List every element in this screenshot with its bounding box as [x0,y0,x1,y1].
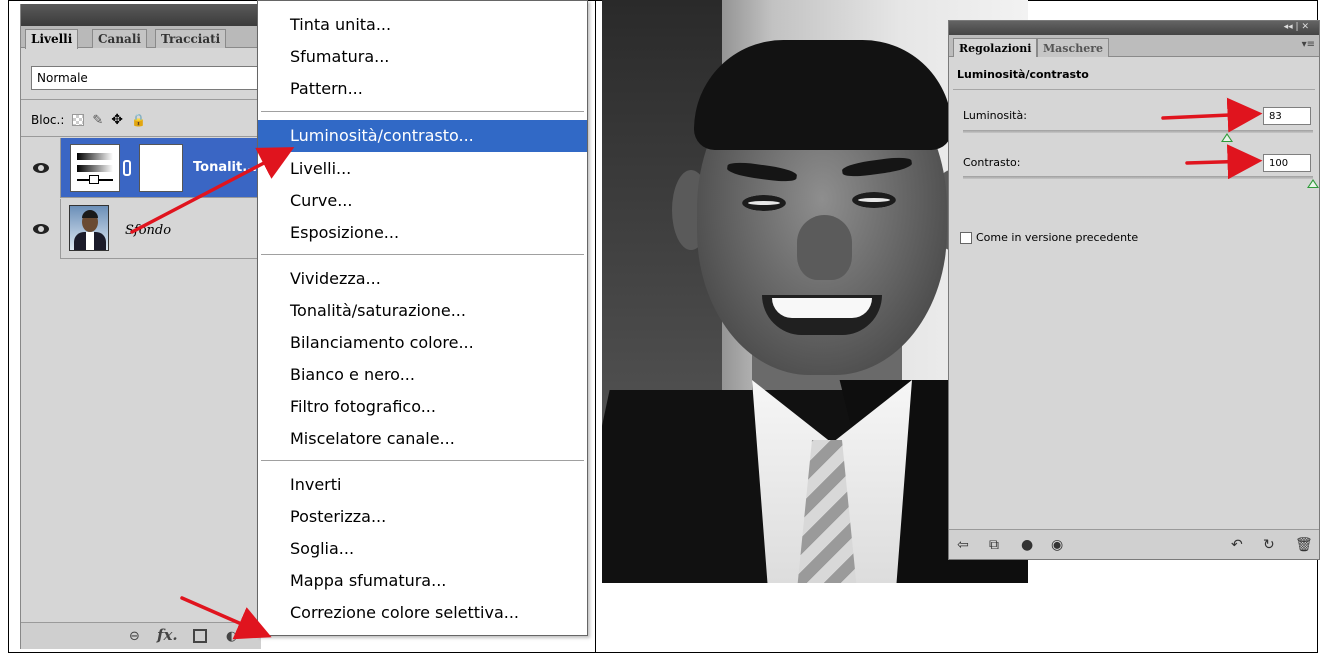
tab-canali[interactable]: Canali [92,29,147,48]
adjustments-panel: ◂◂ | ✕ Regolazioni Maschere ▾≡ Luminosit… [948,20,1320,560]
panel-divider [595,0,596,653]
tab-tracciati[interactable]: Tracciati [155,29,227,48]
fx-icon[interactable]: fx. [157,626,178,644]
menu-item-vividezza[interactable]: Vividezza... [258,263,587,295]
photo-hair [694,40,952,150]
legacy-checkbox-label: Come in versione precedente [976,231,1139,244]
back-arrow-icon[interactable]: ⇦ [957,537,969,553]
menu-item-curve[interactable]: Curve... [258,185,587,217]
separator [21,99,261,100]
menu-item-filtro-fotografico[interactable]: Filtro fotografico... [258,391,587,423]
view-previous-icon[interactable]: ◉ [1051,537,1063,553]
contrast-slider-track[interactable] [963,176,1313,179]
layer-mask-thumbnail[interactable] [139,144,183,192]
adjustment-layer-icon[interactable]: ◐ [226,629,237,644]
reset-icon[interactable]: ↻ [1263,537,1275,553]
panel-menu-icon[interactable]: ▾≡ [1302,39,1315,50]
thumb-shirt [86,232,94,250]
menu-separator [261,111,584,113]
chain-icon[interactable] [123,160,131,176]
layer-name[interactable]: Sfondo [125,223,171,238]
thumb-slider-knob [89,175,99,184]
layers-panel-footer: ⊖ fx. ◐ [21,622,261,649]
contrast-value-field[interactable]: 100 [1263,154,1311,172]
menu-separator [261,254,584,256]
lock-move-icon[interactable]: ✥ [111,112,123,128]
visibility-toggle[interactable] [21,138,61,198]
new-adjustment-layer-menu: Tinta unita... Sfumatura... Pattern... L… [257,0,588,636]
view-previous-state-icon[interactable]: ↶ [1231,537,1243,553]
thumb-hair [82,210,98,218]
menu-item-bilanciamento-colore[interactable]: Bilanciamento colore... [258,327,587,359]
eye-icon[interactable] [32,163,49,173]
blend-mode-select[interactable]: Normale [31,66,261,90]
adjustments-panel-titlebar[interactable]: ◂◂ | ✕ [949,21,1319,35]
layer-row-tonalita[interactable]: Tonalit... [21,138,261,198]
menu-item-sfumatura[interactable]: Sfumatura... [258,41,587,73]
adjustments-panel-footer: ⇦ ⧉ ● ◉ ↶ ↻ 🗑 [949,529,1319,559]
layer-row-sfondo[interactable]: Sfondo [21,199,261,259]
menu-item-inverti[interactable]: Inverti [258,469,587,501]
menu-item-tonalita-saturazione[interactable]: Tonalità/saturazione... [258,295,587,327]
lock-brush-icon[interactable]: ✎ [92,113,103,128]
photo-nose [797,215,852,280]
lock-row: Bloc.: ✎ ✥ 🔒 [31,110,146,130]
legacy-checkbox[interactable] [960,232,972,244]
photo-thumbnail[interactable] [69,205,109,251]
menu-item-mappa-sfumatura[interactable]: Mappa sfumatura... [258,565,587,597]
layers-panel-tabs: Livelli Canali Tracciati [21,26,261,49]
photo-teeth [772,298,872,318]
adjustment-thumbnail[interactable] [70,144,120,192]
mask-icon[interactable] [193,629,207,643]
menu-item-posterizza[interactable]: Posterizza... [258,501,587,533]
menu-separator [261,460,584,462]
photo-eye [852,192,896,208]
tab-regolazioni[interactable]: Regolazioni [953,38,1038,57]
lock-all-icon[interactable]: 🔒 [131,113,146,127]
menu-item-pattern[interactable]: Pattern... [258,73,587,105]
separator [953,89,1315,90]
separator [21,136,261,137]
collapse-icon[interactable]: ◂◂ | ✕ [1284,22,1309,32]
trash-icon[interactable]: 🗑 [1295,537,1313,553]
menu-item-correzione-colore-selettiva[interactable]: Correzione colore selettiva... [258,597,587,629]
brightness-slider-thumb[interactable] [1221,133,1233,142]
menu-item-tinta-unita[interactable]: Tinta unita... [258,9,587,41]
menu-item-soglia[interactable]: Soglia... [258,533,587,565]
photo-eye [742,195,786,211]
visibility-icon[interactable]: ● [1021,537,1033,553]
menu-item-bianco-e-nero[interactable]: Bianco e nero... [258,359,587,391]
brightness-value-field[interactable]: 83 [1263,107,1311,125]
menu-item-livelli[interactable]: Livelli... [258,153,587,185]
layers-panel-titlebar[interactable] [21,4,260,26]
eye-icon[interactable] [32,224,49,234]
tab-maschere[interactable]: Maschere [1037,38,1109,57]
link-layers-icon[interactable]: ⊖ [129,629,140,644]
lock-transparency-icon[interactable] [72,114,85,126]
brightness-slider-track[interactable] [963,130,1313,133]
thumb-gradient-bar [77,165,113,172]
tab-livelli[interactable]: Livelli [25,29,79,49]
contrast-label: Contrasto: [963,156,1021,169]
thumb-gradient-bar [77,153,113,160]
layers-panel: Livelli Canali Tracciati Normale Bloc.: … [20,4,261,649]
menu-item-miscelatore-canale[interactable]: Miscelatore canale... [258,423,587,455]
clip-to-layer-icon[interactable]: ⧉ [989,537,999,553]
visibility-toggle[interactable] [21,199,61,259]
layer-name[interactable]: Tonalit... [193,160,257,175]
contrast-slider-thumb[interactable] [1307,179,1319,188]
adjustment-title: Luminosità/contrasto [957,68,1089,81]
adjustments-panel-tabs: Regolazioni Maschere ▾≡ [949,35,1319,57]
lock-label: Bloc.: [31,113,65,127]
brightness-label: Luminosità: [963,109,1027,122]
menu-item-esposizione[interactable]: Esposizione... [258,217,587,249]
menu-item-luminosita-contrasto[interactable]: Luminosità/contrasto... [258,120,587,152]
